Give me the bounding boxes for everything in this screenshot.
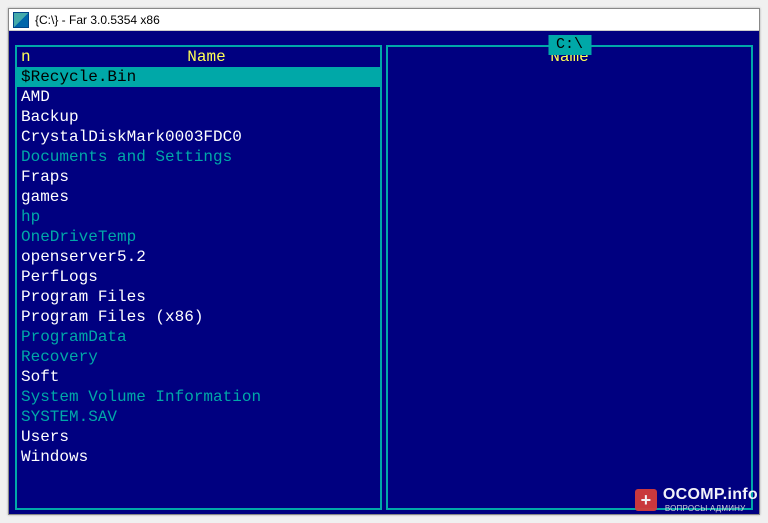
list-item[interactable]: PerfLogs [17, 267, 380, 287]
watermark: + OCOMP.info ВОПРОСЫ АДМИНУ [635, 487, 758, 513]
list-item[interactable]: Program Files (x86) [17, 307, 380, 327]
list-item[interactable]: Soft [17, 367, 380, 387]
list-item[interactable]: Users [17, 427, 380, 447]
column-header-name[interactable]: Name [37, 47, 376, 67]
list-item[interactable]: Program Files [17, 287, 380, 307]
list-item[interactable]: CrystalDiskMark0003FDC0 [17, 127, 380, 147]
list-item[interactable]: System Volume Information [17, 387, 380, 407]
app-window: {C:\} - Far 3.0.5354 x86 n Name $Recycle… [8, 8, 760, 515]
watermark-brand: OCOMP.info [663, 487, 758, 503]
left-panel[interactable]: n Name $Recycle.BinAMDBackupCrystalDiskM… [15, 45, 382, 510]
window-title: {C:\} - Far 3.0.5354 x86 [35, 13, 160, 27]
list-item[interactable]: OneDriveTemp [17, 227, 380, 247]
list-item[interactable]: Recovery [17, 347, 380, 367]
titlebar[interactable]: {C:\} - Far 3.0.5354 x86 [9, 9, 759, 31]
list-item[interactable]: hp [17, 207, 380, 227]
client-area: n Name $Recycle.BinAMDBackupCrystalDiskM… [9, 31, 759, 514]
left-panel-header[interactable]: n Name [17, 47, 380, 67]
app-icon [13, 12, 29, 28]
list-item[interactable]: games [17, 187, 380, 207]
list-item[interactable]: $Recycle.Bin [17, 67, 380, 87]
left-file-list[interactable]: $Recycle.BinAMDBackupCrystalDiskMark0003… [17, 67, 380, 467]
plus-icon: + [635, 489, 657, 511]
right-panel[interactable]: C:\ Name [386, 45, 753, 510]
current-path[interactable]: C:\ [548, 35, 591, 55]
list-item[interactable]: openserver5.2 [17, 247, 380, 267]
list-item[interactable]: ProgramData [17, 327, 380, 347]
list-item[interactable]: SYSTEM.SAV [17, 407, 380, 427]
list-item[interactable]: Windows [17, 447, 380, 467]
list-item[interactable]: AMD [17, 87, 380, 107]
list-item[interactable]: Backup [17, 107, 380, 127]
list-item[interactable]: Documents and Settings [17, 147, 380, 167]
list-item[interactable]: Fraps [17, 167, 380, 187]
watermark-sub: ВОПРОСЫ АДМИНУ [665, 505, 758, 513]
sort-indicator[interactable]: n [21, 47, 37, 67]
